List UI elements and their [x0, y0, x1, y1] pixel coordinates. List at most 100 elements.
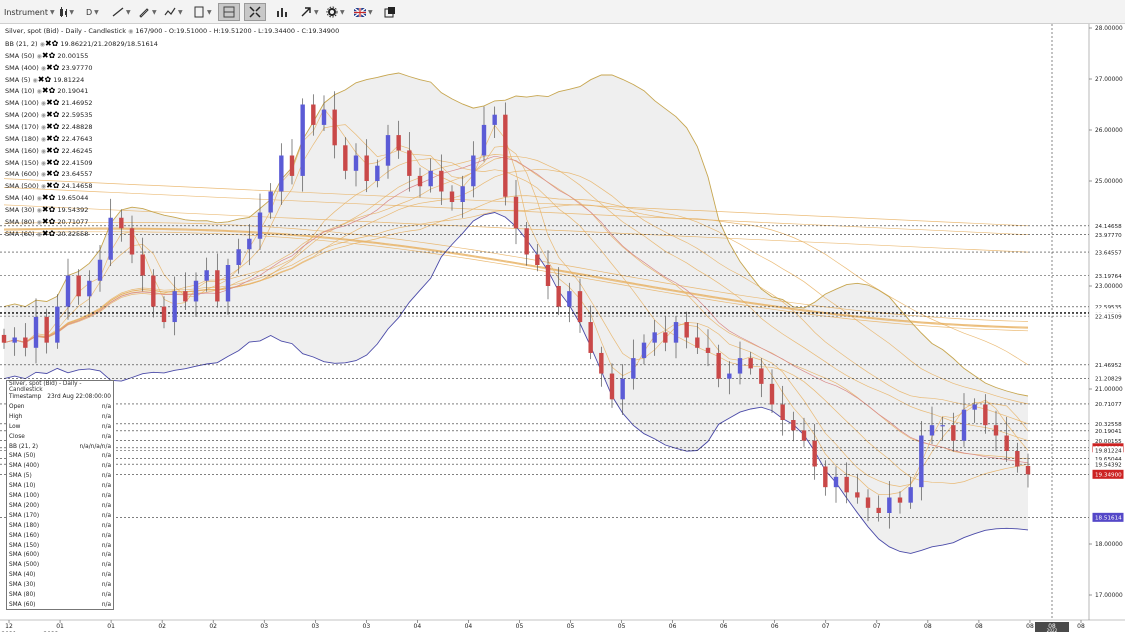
close-icon[interactable]: ✖: [42, 86, 49, 95]
chart-type-button[interactable]: ▼: [58, 3, 74, 21]
close-icon[interactable]: ✖: [46, 63, 53, 72]
price-tag-label: 21.20829: [1095, 376, 1122, 382]
candle-body: [855, 492, 860, 498]
gear-icon[interactable]: ✿: [53, 98, 60, 107]
time-tick-label: 07: [822, 623, 830, 630]
gear-icon[interactable]: ✿: [53, 122, 60, 131]
time-tick-label: 06: [720, 623, 728, 630]
close-icon[interactable]: ✖: [42, 229, 49, 238]
price-tick-label: 27.00000: [1095, 77, 1123, 83]
candle-body: [801, 430, 807, 441]
time-axis[interactable]: 12 01 01 02 02 03 03 03 04 04 05 05 05 06 06 06 07 07 08 08…: [1, 620, 1085, 632]
close-icon[interactable]: ✖: [46, 122, 53, 131]
gear-icon[interactable]: ✿: [49, 51, 56, 60]
candle-body: [492, 114, 497, 125]
price-chart[interactable]: 24.14658 23.97770 23.64557 23.19764 22.59535…: [0, 24, 1125, 632]
close-icon[interactable]: ✖: [46, 146, 53, 155]
draw-line-button[interactable]: ▼: [112, 3, 132, 21]
popout-button[interactable]: [384, 3, 396, 21]
close-icon[interactable]: ✖: [42, 205, 49, 214]
price-tick-label: 25.00000: [1095, 179, 1123, 185]
chevron-down-icon: ▼: [69, 8, 74, 16]
drawing-tools-button[interactable]: ▼: [138, 3, 158, 21]
gear-icon[interactable]: ✿: [53, 110, 60, 119]
candle-body: [556, 286, 561, 307]
gear-icon[interactable]: ✿: [53, 134, 60, 143]
data-window-row: SMA (500) n/a: [9, 560, 111, 570]
close-icon[interactable]: ✖: [46, 181, 53, 190]
close-icon[interactable]: ✖: [46, 134, 53, 143]
data-window-value: n/a: [101, 502, 111, 509]
gear-icon[interactable]: ✿: [53, 169, 60, 178]
data-window-label: SMA (50): [9, 453, 36, 460]
data-window-row: SMA (5) n/a: [9, 471, 111, 481]
templates-button[interactable]: ▼: [193, 3, 213, 21]
gear-icon[interactable]: ✿: [53, 146, 60, 155]
time-tick-label: 05: [618, 623, 626, 630]
fullscreen-toggle[interactable]: [244, 3, 266, 21]
volume-button[interactable]: [276, 3, 290, 21]
candle-body: [993, 425, 999, 436]
gear-icon[interactable]: ✿: [53, 181, 60, 190]
settings-button[interactable]: ▼: [326, 3, 346, 21]
legend-row: SMA (500) ◉✖✿ 24.14658: [5, 181, 93, 190]
candle-body: [279, 155, 284, 192]
close-icon[interactable]: ✖: [38, 75, 45, 84]
candle-body: [76, 275, 81, 297]
data-window-label: Open: [9, 403, 25, 410]
candle-body: [1, 334, 7, 343]
candle-body: [1004, 435, 1009, 451]
trade-button[interactable]: ▼: [300, 3, 320, 21]
close-icon[interactable]: ✖: [46, 158, 53, 167]
indicator-value: 24.14658: [61, 182, 93, 191]
gear-icon[interactable]: ✿: [45, 75, 52, 84]
candle-body: [663, 332, 668, 343]
close-icon[interactable]: ✖: [42, 217, 49, 226]
candle-body: [268, 191, 273, 213]
close-icon[interactable]: ✖: [46, 169, 53, 178]
gear-icon[interactable]: ✿: [49, 217, 56, 226]
indicator-name: SMA (60): [5, 229, 35, 238]
price-tag-label: 21.46952: [1095, 363, 1122, 369]
gear-icon[interactable]: ✿: [49, 205, 56, 214]
price-tag-label: 18.51614: [1095, 516, 1122, 522]
axis-background: [1089, 24, 1125, 632]
candle-body: [257, 212, 263, 239]
close-icon[interactable]: ✖: [42, 51, 49, 60]
gear-icon[interactable]: ✿: [49, 86, 56, 95]
candle-body: [833, 476, 839, 488]
candle-body: [428, 170, 433, 187]
document-icon: [194, 6, 204, 18]
close-icon[interactable]: ✖: [45, 39, 52, 48]
candle-body: [172, 291, 177, 323]
eye-icon[interactable]: ◉: [128, 28, 133, 35]
gear-icon[interactable]: ✿: [53, 158, 60, 167]
candle-body: [1025, 465, 1031, 475]
gear-icon[interactable]: ✿: [49, 229, 56, 238]
time-tick-label: 03: [260, 623, 268, 630]
indicator-name: SMA (500): [5, 182, 39, 191]
crosshair-toggle[interactable]: [218, 3, 240, 21]
close-icon[interactable]: ✖: [46, 110, 53, 119]
gear-icon[interactable]: ✿: [52, 39, 59, 48]
gear-icon[interactable]: ✿: [53, 63, 60, 72]
data-window-label: SMA (60): [9, 601, 36, 608]
gear-icon[interactable]: ✿: [49, 193, 56, 202]
candle-body: [119, 217, 124, 229]
chevron-down-icon: ▼: [314, 8, 319, 16]
timeframe-label: D: [86, 7, 93, 17]
bar-chart-icon: [277, 8, 287, 17]
time-tick-label: 08: [1077, 623, 1085, 630]
data-window-row: SMA (50) n/a: [9, 451, 111, 461]
data-window-value: n/a: [101, 552, 111, 559]
instrument-selector[interactable]: Instrument ▼: [4, 3, 55, 21]
data-window-row: SMA (10) n/a: [9, 481, 111, 491]
studies-button[interactable]: ▼: [164, 3, 186, 21]
data-window-label: Close: [9, 433, 25, 440]
pencil-icon: [139, 8, 149, 18]
close-icon[interactable]: ✖: [46, 98, 53, 107]
language-button[interactable]: ▼: [354, 3, 374, 21]
candle-body: [620, 378, 625, 400]
close-icon[interactable]: ✖: [42, 193, 49, 202]
timeframe-selector[interactable]: D ▼: [86, 3, 102, 21]
